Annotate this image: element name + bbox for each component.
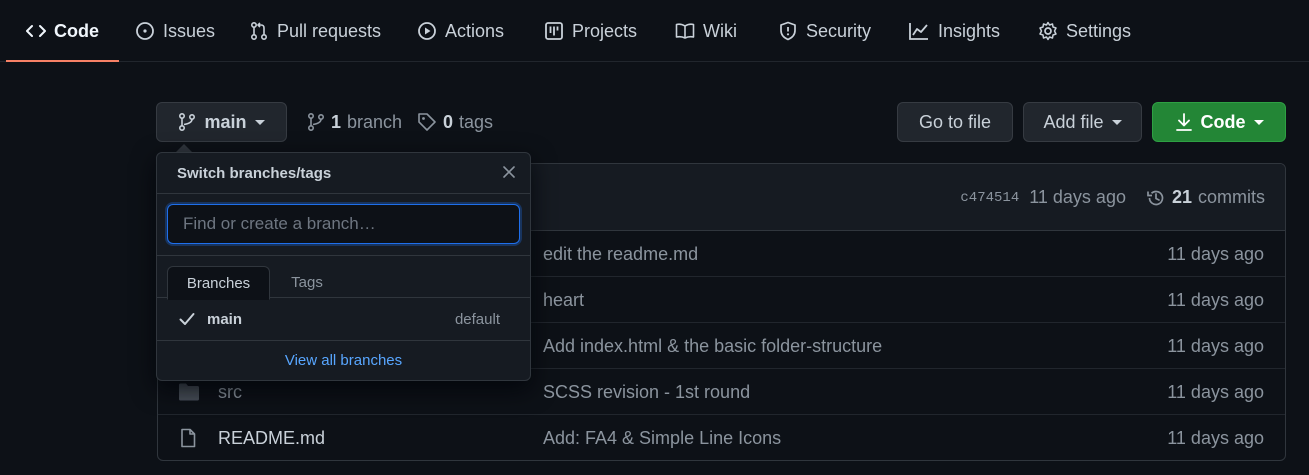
view-all-branches-link[interactable]: View all branches — [157, 341, 530, 380]
tab-settings[interactable]: Settings — [1038, 0, 1131, 62]
tab-branches[interactable]: Branches — [167, 266, 270, 300]
tab-branches-label: Branches — [186, 275, 251, 292]
tab-label: Insights — [938, 20, 1001, 41]
file-commit-date: 11 days ago — [1167, 336, 1264, 356]
issue-icon — [135, 21, 155, 41]
tab-tags-label: Tags — [291, 274, 323, 291]
tab-label: Issues — [163, 20, 216, 41]
dropdown-header: Switch branches/tags — [157, 153, 530, 194]
play-icon — [417, 21, 437, 41]
current-branch-label: main — [204, 111, 247, 132]
file-commit-date: 11 days ago — [1167, 382, 1264, 402]
default-branch-label: default — [454, 311, 500, 328]
commit-message-link[interactable]: edit the readme.md — [543, 231, 698, 277]
git-branch-icon — [178, 112, 196, 132]
code-clone-button[interactable]: Code — [1152, 102, 1286, 142]
chevron-down-icon — [1253, 119, 1264, 125]
tab-tags[interactable]: Tags — [270, 266, 344, 299]
code-icon — [26, 23, 46, 39]
tab-insights[interactable]: Insights — [908, 0, 1000, 62]
tab-security[interactable]: Security — [778, 0, 871, 62]
graph-icon — [908, 21, 930, 41]
branch-select-button[interactable]: main — [156, 102, 287, 142]
repo-tab-nav: Code Issues Pull requests Actions Projec… — [0, 0, 1309, 62]
git-branch-icon — [307, 112, 325, 132]
branch-option-main[interactable]: main default — [157, 298, 530, 341]
file-commit-date: 11 days ago — [1167, 428, 1264, 448]
tab-wiki[interactable]: Wiki — [675, 0, 737, 62]
branch-count-label: branch — [347, 111, 403, 132]
add-file-button[interactable]: Add file — [1023, 102, 1142, 142]
book-icon — [675, 22, 695, 40]
check-icon — [179, 312, 195, 330]
project-icon — [544, 21, 564, 41]
tab-label: Code — [54, 20, 99, 41]
gear-icon — [1038, 21, 1058, 41]
dropdown-tabs: Branches Tags — [157, 256, 530, 300]
commit-message-link[interactable]: Add index.html & the basic folder-struct… — [543, 323, 882, 369]
tab-label: Pull requests — [277, 20, 382, 41]
tab-label: Wiki — [703, 20, 737, 41]
tag-count: 0 — [443, 111, 454, 132]
download-icon — [1175, 112, 1193, 132]
branch-filter-input[interactable] — [167, 204, 520, 244]
file-commit-date: 11 days ago — [1167, 244, 1264, 264]
file-name-link[interactable]: README.md — [218, 415, 325, 460]
dropdown-title: Switch branches/tags — [177, 165, 332, 182]
tab-pull-requests[interactable]: Pull requests — [249, 0, 381, 62]
go-to-file-label: Go to file — [918, 111, 992, 132]
commit-count: 21 — [1171, 187, 1192, 207]
file-row: README.md Add: FA4 & Simple Line Icons 1… — [158, 415, 1285, 460]
commit-date: 11 days ago — [1029, 187, 1126, 207]
tab-code[interactable]: Code — [6, 0, 119, 62]
tag-icon — [417, 112, 437, 132]
shield-icon — [778, 21, 798, 41]
tab-label: Security — [806, 20, 872, 41]
tab-label: Settings — [1066, 20, 1132, 41]
dropdown-caret — [176, 144, 192, 152]
commit-history-link[interactable]: 21 commits — [1146, 187, 1265, 208]
branch-option-name: main — [207, 311, 243, 328]
commit-count-label: commits — [1198, 187, 1265, 207]
tags-link[interactable]: 0 tags — [417, 102, 493, 142]
chevron-down-icon — [1111, 119, 1122, 125]
commit-message-link[interactable]: SCSS revision - 1st round — [543, 369, 750, 415]
branch-switcher-dropdown: Switch branches/tags Branches Tags main … — [156, 152, 531, 381]
tab-label: Projects — [572, 20, 638, 41]
commit-message-link[interactable]: heart — [543, 277, 584, 323]
tab-label: Actions — [445, 20, 505, 41]
branch-count: 1 — [331, 111, 342, 132]
commit-message-link[interactable]: Add: FA4 & Simple Line Icons — [543, 415, 781, 460]
go-to-file-button[interactable]: Go to file — [897, 102, 1013, 142]
history-icon — [1146, 188, 1166, 208]
folder-icon — [178, 382, 200, 407]
tag-count-label: tags — [459, 111, 494, 132]
tab-actions[interactable]: Actions — [417, 0, 504, 62]
tab-projects[interactable]: Projects — [544, 0, 637, 62]
close-icon[interactable] — [502, 165, 516, 184]
tab-issues[interactable]: Issues — [135, 0, 215, 62]
file-commit-date: 11 days ago — [1167, 290, 1264, 310]
chevron-down-icon — [254, 119, 265, 125]
file-icon — [178, 428, 198, 453]
branches-link[interactable]: 1 branch — [307, 102, 402, 142]
commit-sha-link[interactable]: c474514 — [960, 190, 1019, 206]
code-button-label: Code — [1200, 111, 1246, 132]
pull-request-icon — [249, 21, 269, 41]
add-file-label: Add file — [1043, 111, 1104, 132]
